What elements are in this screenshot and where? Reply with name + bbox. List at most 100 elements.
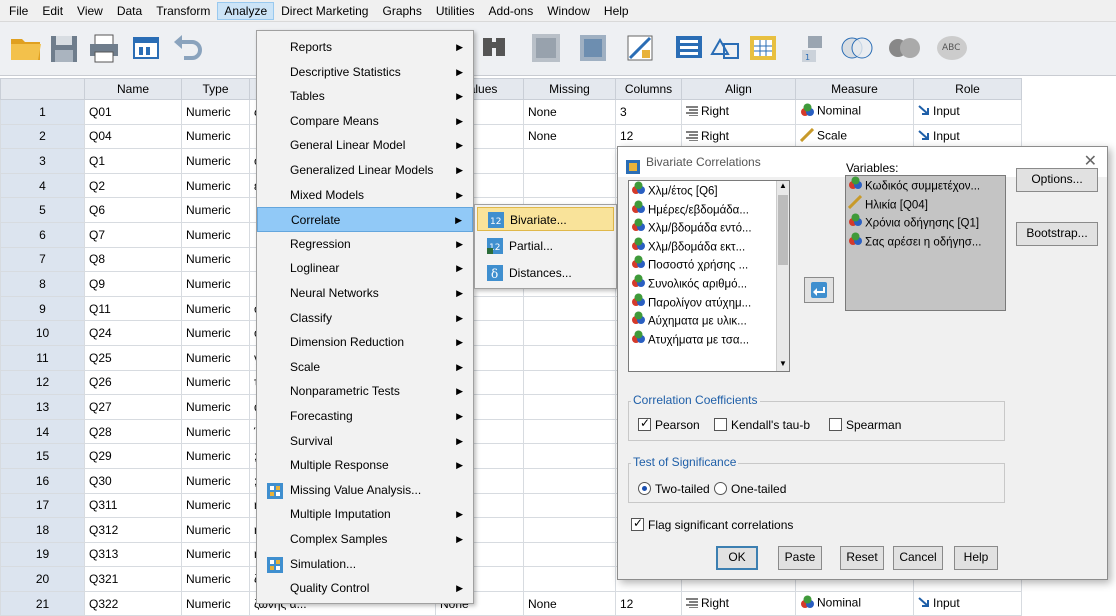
list-item[interactable]: Συνολικός αριθμό... (629, 274, 789, 293)
cell-name[interactable]: Q25 (84, 344, 182, 371)
list-item[interactable]: Ηλικία [Q04] (846, 194, 1005, 214)
print-icon[interactable] (86, 30, 122, 66)
cell-type[interactable]: Numeric (181, 172, 250, 199)
list-item[interactable]: Χλμ/βδομάδα εντό... (629, 218, 789, 237)
insert-cases-icon[interactable] (528, 30, 564, 66)
insert-variable-icon[interactable] (575, 30, 611, 66)
help-button[interactable]: Help (954, 546, 998, 570)
cell-missing[interactable] (523, 295, 616, 322)
row-number[interactable]: 8 (0, 271, 85, 297)
row-number[interactable]: 13 (0, 394, 85, 420)
cell-type[interactable]: Numeric (181, 492, 250, 519)
menu-item-generalized-linear-models[interactable]: Generalized Linear Models ▶ (257, 158, 473, 183)
cell-missing[interactable] (523, 566, 616, 592)
list-item[interactable]: Ημέρες/εβδομάδα... (629, 200, 789, 219)
row-number[interactable]: 14 (0, 418, 85, 445)
kendall-checkbox[interactable]: Kendall's tau-b (714, 417, 810, 432)
row-number[interactable]: 18 (0, 517, 85, 543)
menu-item-compare-means[interactable]: Compare Means ▶ (257, 109, 473, 134)
menu-help[interactable]: Help (597, 2, 636, 20)
save-icon[interactable] (46, 30, 82, 66)
cell-type[interactable]: Numeric (181, 394, 250, 420)
row-number[interactable]: 12 (0, 369, 85, 396)
menu-item-correlate[interactable]: Correlate ▶ (257, 207, 473, 232)
menu-item-mixed-models[interactable]: Mixed Models ▶ (257, 183, 473, 208)
cell-align[interactable]: Right (681, 123, 796, 150)
cell-type[interactable]: Numeric (181, 369, 250, 396)
cell-name[interactable]: Q28 (84, 418, 182, 445)
open-folder-icon[interactable] (8, 30, 44, 66)
source-list-scrollbar[interactable]: ▲ ▼ (776, 181, 789, 371)
menu-edit[interactable]: Edit (35, 2, 70, 20)
menu-utilities[interactable]: Utilities (429, 2, 482, 20)
menu-item-quality-control[interactable]: Quality Control ▶ (257, 576, 473, 601)
column-header[interactable] (0, 78, 85, 100)
cell-role[interactable]: Input (913, 99, 1022, 125)
row-number[interactable]: 15 (0, 443, 85, 469)
column-header[interactable]: Columns (615, 78, 682, 100)
menu-item-tables[interactable]: Tables ▶ (257, 84, 473, 109)
cell-missing[interactable] (523, 467, 616, 494)
cell-name[interactable]: Q9 (84, 271, 182, 297)
cell-type[interactable]: Numeric (181, 221, 250, 248)
cell-missing[interactable] (523, 541, 616, 568)
cell-missing[interactable]: None (523, 123, 616, 150)
flag-significant-checkbox[interactable]: Flag significant correlations (631, 516, 793, 532)
menu-file[interactable]: File (2, 2, 35, 20)
cell-type[interactable]: Numeric (181, 295, 250, 322)
row-number[interactable]: 10 (0, 320, 85, 346)
row-number[interactable]: 6 (0, 221, 85, 248)
cell-align[interactable]: Right (681, 99, 796, 125)
abc-icon[interactable]: ABC (934, 30, 970, 66)
selected-variables-list[interactable]: Κωδικός συμμετέχον... Ηλικία [Q04] Χρόνια … (845, 175, 1006, 311)
options-button[interactable]: Options... (1016, 168, 1098, 192)
column-header[interactable]: Measure (795, 78, 914, 100)
value-labels-icon[interactable] (745, 30, 781, 66)
cell-type[interactable]: Numeric (181, 148, 250, 174)
spearman-checkbox[interactable]: Spearman (829, 417, 901, 432)
cell-measure[interactable]: Nominal (795, 99, 914, 125)
cell-type[interactable]: Numeric (181, 443, 250, 469)
row-number[interactable]: 4 (0, 172, 85, 199)
row-number[interactable]: 7 (0, 246, 85, 273)
scroll-thumb[interactable] (778, 195, 788, 265)
menu-item-simulation[interactable]: Simulation... (257, 552, 473, 577)
cell-missing[interactable] (523, 394, 616, 420)
menu-window[interactable]: Window (540, 2, 597, 20)
cell-name[interactable]: Q04 (84, 123, 182, 150)
menu-item-forecasting[interactable]: Forecasting ▶ (257, 404, 473, 429)
menu-item-partial[interactable]: 12 Partial... (477, 234, 614, 258)
cell-name[interactable]: Q1 (84, 148, 182, 174)
list-item[interactable]: Παρολίγον ατύχημ... (629, 293, 789, 312)
menu-item-survival[interactable]: Survival ▶ (257, 429, 473, 454)
menu-item-neural-networks[interactable]: Neural Networks ▶ (257, 281, 473, 306)
cell-type[interactable]: Numeric (181, 246, 250, 273)
one-tailed-radio[interactable]: One-tailed (714, 481, 786, 496)
list-item[interactable]: Ποσοστό χρήσης ... (629, 255, 789, 274)
column-header[interactable]: Type (181, 78, 250, 100)
cell-name[interactable]: Q7 (84, 221, 182, 248)
select-cases-icon[interactable] (706, 30, 742, 66)
row-number[interactable]: 1 (0, 99, 85, 125)
scroll-down-icon[interactable]: ▼ (777, 359, 789, 371)
row-number[interactable]: 11 (0, 344, 85, 371)
spell-check-icon[interactable] (886, 30, 922, 66)
menu-transform[interactable]: Transform (149, 2, 217, 20)
column-header[interactable]: Align (681, 78, 796, 100)
cell-measure[interactable]: Scale (795, 123, 914, 150)
row-number[interactable]: 3 (0, 148, 85, 174)
menu-direct-marketing[interactable]: Direct Marketing (274, 2, 375, 20)
cell-type[interactable]: Numeric (181, 197, 250, 223)
cell-type[interactable]: Numeric (181, 320, 250, 346)
cell-name[interactable]: Q6 (84, 197, 182, 223)
menu-item-dimension-reduction[interactable]: Dimension Reduction ▶ (257, 330, 473, 355)
list-item[interactable]: Ατυχήματα με τσα... (629, 330, 789, 349)
cell-missing[interactable] (523, 492, 616, 519)
two-tailed-radio[interactable]: Two-tailed (638, 481, 710, 496)
menu-item-complex-samples[interactable]: Complex Samples ▶ (257, 527, 473, 552)
cell-name[interactable]: Q312 (84, 517, 182, 543)
scroll-up-icon[interactable]: ▲ (777, 181, 789, 193)
cell-type[interactable]: Numeric (181, 467, 250, 494)
cell-name[interactable]: Q8 (84, 246, 182, 273)
menu-graphs[interactable]: Graphs (375, 2, 428, 20)
